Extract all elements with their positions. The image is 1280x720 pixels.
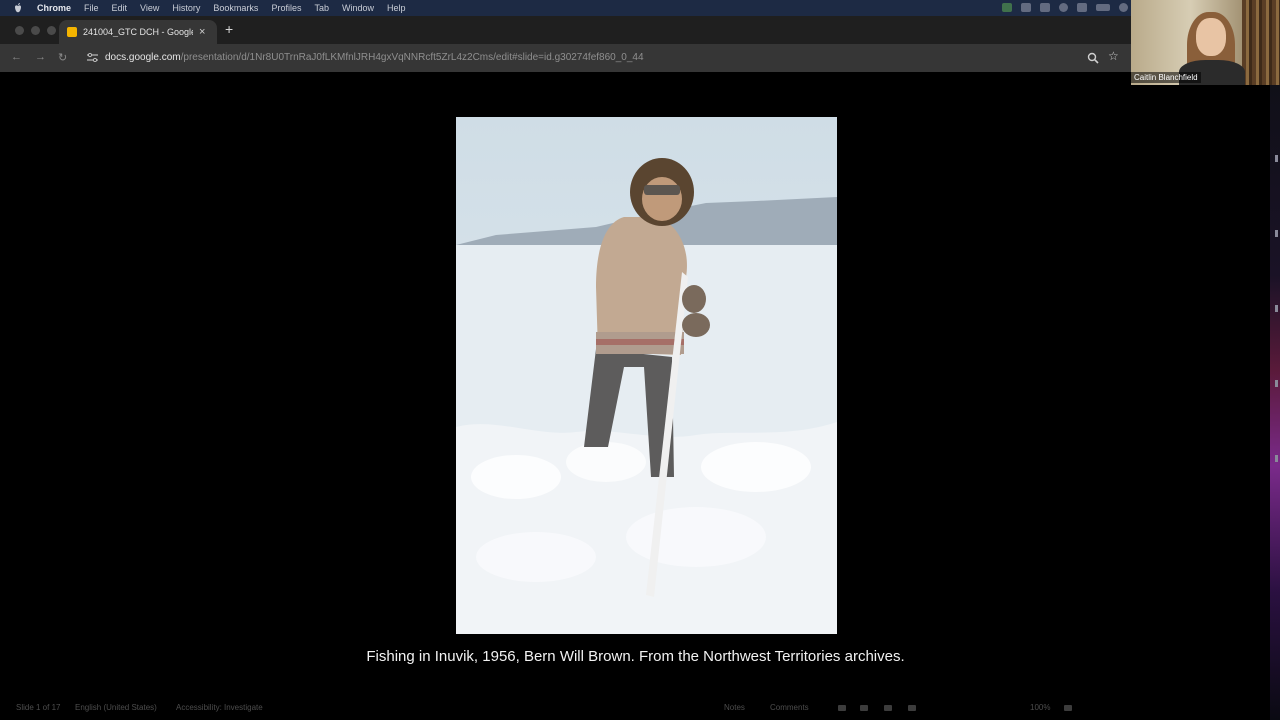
present-icon[interactable] xyxy=(908,705,916,711)
fullscreen-icon[interactable] xyxy=(884,705,892,711)
participant-name-label: Caitlin Blanchfield xyxy=(1131,72,1201,83)
menu-help[interactable]: Help xyxy=(387,3,406,13)
slide-caption: Fishing in Inuvik, 1956, Bern Will Brown… xyxy=(366,648,905,665)
forward-button[interactable]: → xyxy=(35,51,46,63)
browser-tab-active[interactable]: 241004_GTC DCH - Google S × xyxy=(59,20,217,44)
participant-face xyxy=(1196,18,1226,56)
language-indicator[interactable]: English (United States) xyxy=(75,703,157,712)
tab-close-icon[interactable]: × xyxy=(199,26,205,38)
minimize-window-button[interactable] xyxy=(31,26,40,35)
address-bar: ← → ↻ docs.google.com/presentation/d/1Nr… xyxy=(0,44,1280,72)
slide-view-icon[interactable] xyxy=(838,705,846,711)
extension-icon[interactable] xyxy=(1002,3,1012,12)
reload-button[interactable]: ↻ xyxy=(58,51,67,64)
url-host: docs.google.com xyxy=(105,52,181,63)
slide-counter: Slide 1 of 17 xyxy=(16,703,61,712)
zoom-icon[interactable] xyxy=(1087,52,1099,64)
google-slides-icon xyxy=(67,27,77,37)
bookshelf-background xyxy=(1242,0,1280,85)
bookmark-star-icon[interactable]: ☆ xyxy=(1108,49,1119,63)
edge-glyph xyxy=(1275,380,1278,387)
macos-menubar: Chrome File Edit View History Bookmarks … xyxy=(0,0,1280,16)
menu-view[interactable]: View xyxy=(140,3,159,13)
edge-glyph xyxy=(1275,455,1278,462)
edge-glyph xyxy=(1275,305,1278,312)
browser-tab-strip: 241004_GTC DCH - Google S × + xyxy=(0,16,1280,44)
menu-history[interactable]: History xyxy=(172,3,200,13)
battery-icon[interactable] xyxy=(1096,4,1110,11)
grid-view-icon[interactable] xyxy=(860,705,868,711)
new-tab-button[interactable]: + xyxy=(225,21,233,37)
zoom-level[interactable]: 100% xyxy=(1030,703,1050,712)
menu-profiles[interactable]: Profiles xyxy=(271,3,301,13)
menu-edit[interactable]: Edit xyxy=(112,3,128,13)
focus-moon-icon[interactable] xyxy=(1059,3,1068,12)
zoom-window-button[interactable] xyxy=(47,26,56,35)
url-path: /presentation/d/1Nr8U0TrnRaJ0fLKMfnlJRH4… xyxy=(180,52,644,63)
menu-app-chrome[interactable]: Chrome xyxy=(37,3,71,13)
wifi-icon[interactable] xyxy=(1119,3,1128,12)
webcam-video-tile[interactable]: Caitlin Blanchfield xyxy=(1131,0,1280,85)
menu-tab[interactable]: Tab xyxy=(314,3,329,13)
menu-bookmarks[interactable]: Bookmarks xyxy=(213,3,258,13)
slide-photo xyxy=(456,117,837,634)
screen-share-icon[interactable] xyxy=(1021,3,1031,12)
back-button[interactable]: ← xyxy=(11,51,22,63)
edge-glyph xyxy=(1275,230,1278,237)
apple-icon[interactable] xyxy=(14,3,22,13)
window-controls xyxy=(15,26,56,35)
accessibility-link[interactable]: Accessibility: Investigate xyxy=(176,703,263,712)
comments-button[interactable]: Comments xyxy=(770,703,809,712)
menu-file[interactable]: File xyxy=(84,3,99,13)
url-field[interactable]: docs.google.com/presentation/d/1Nr8U0Trn… xyxy=(105,52,644,63)
slides-status-bar: Slide 1 of 17 English (United States) Ac… xyxy=(0,702,1270,714)
desktop-edge xyxy=(1270,85,1280,720)
notes-button[interactable]: Notes xyxy=(724,703,745,712)
tab-title: 241004_GTC DCH - Google S xyxy=(83,27,193,37)
menubar-status-icons xyxy=(1002,3,1128,12)
bluetooth-icon[interactable] xyxy=(1077,3,1087,12)
edge-glyph xyxy=(1275,155,1278,162)
site-settings-icon[interactable] xyxy=(87,53,98,62)
expand-icon[interactable] xyxy=(1064,705,1072,711)
close-window-button[interactable] xyxy=(15,26,24,35)
menu-window[interactable]: Window xyxy=(342,3,374,13)
text-input-icon[interactable] xyxy=(1040,3,1050,12)
